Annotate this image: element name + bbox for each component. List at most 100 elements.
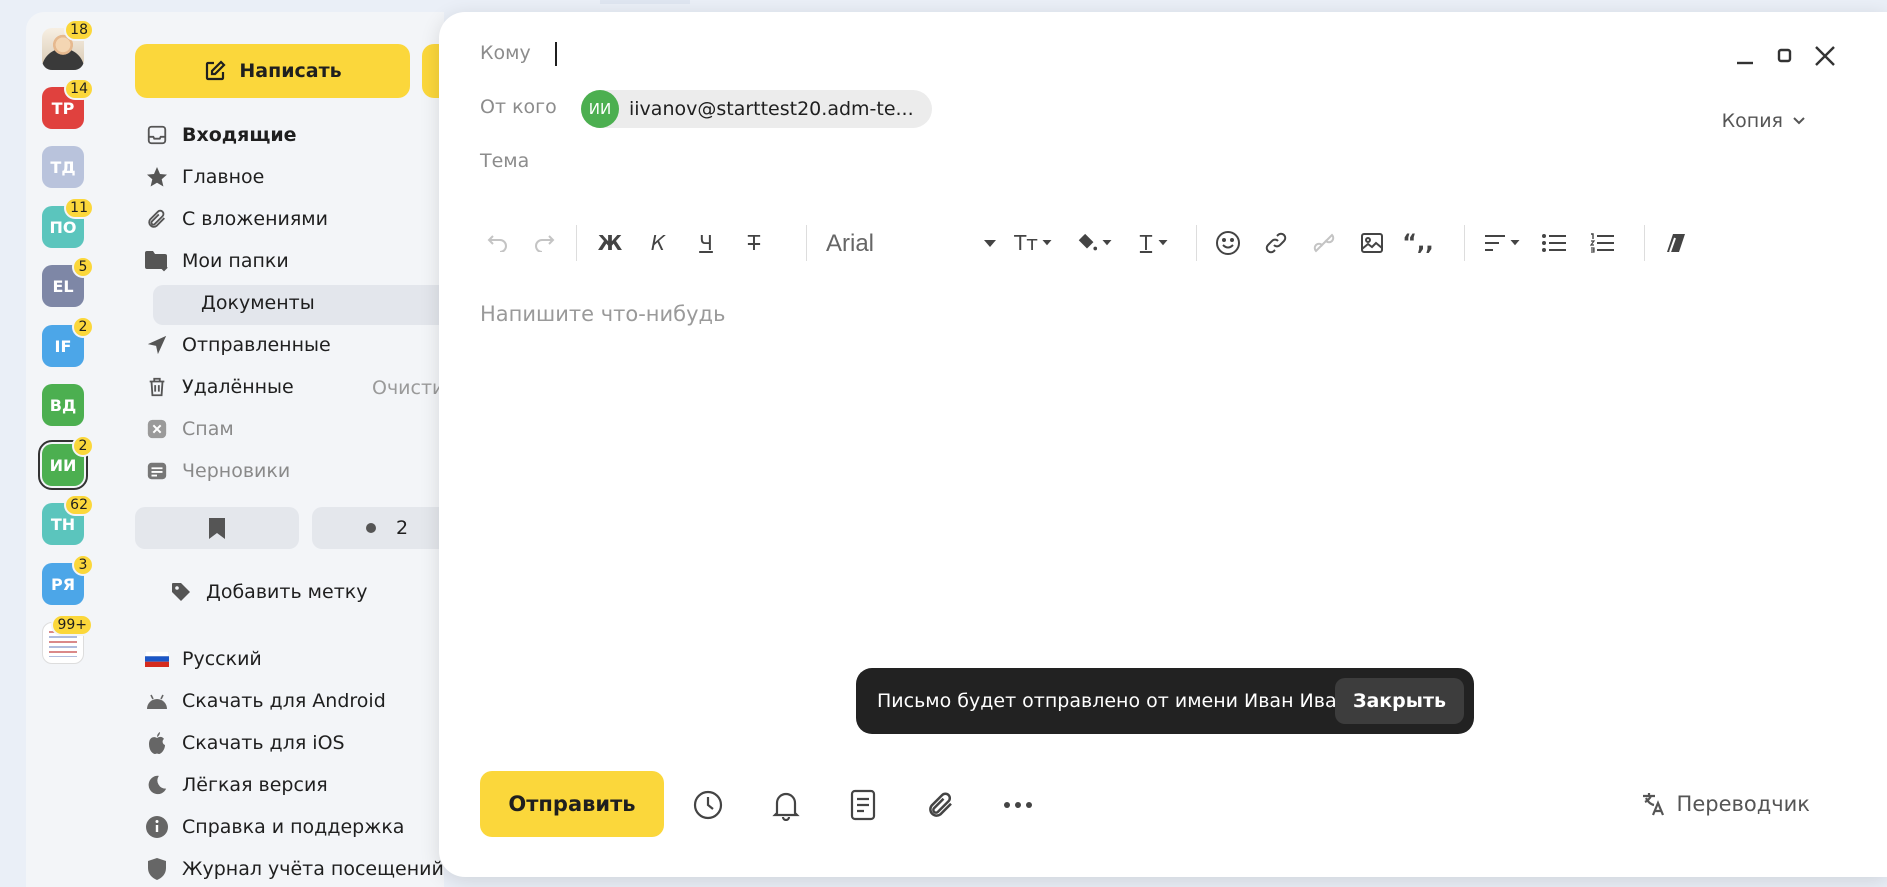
toast-message: Письмо будет отправлено от имени Иван Ив… — [877, 690, 1372, 712]
numbered-list-icon[interactable] — [1584, 225, 1620, 261]
account-avatar[interactable]: 18 — [42, 19, 94, 70]
minimize-icon[interactable] — [1727, 38, 1763, 74]
sender-email: iivanov@starttest20.adm-te... — [629, 98, 914, 120]
folder-my-folders[interactable]: Мои папки — [144, 246, 289, 276]
quote-icon[interactable]: “,, — [1398, 225, 1438, 261]
from-sender-chip[interactable]: ИИ iivanov@starttest20.adm-te... — [581, 90, 932, 128]
redo-icon[interactable] — [526, 225, 562, 261]
star-icon — [144, 164, 170, 190]
account-avatar[interactable]: IF 2 — [42, 316, 94, 367]
account-avatar[interactable]: ТН 62 — [42, 494, 94, 545]
fill-color-button[interactable] — [1070, 225, 1118, 261]
account-avatar[interactable]: ВД — [42, 384, 84, 426]
folder-spam[interactable]: Спам — [144, 414, 234, 444]
chevron-down-icon — [1793, 117, 1805, 125]
account-avatar[interactable]: ТД — [42, 146, 84, 188]
inbox-icon — [144, 122, 170, 148]
account-initials: IF — [54, 336, 72, 356]
bold-button[interactable]: Ж — [592, 225, 628, 261]
undo-icon[interactable] — [480, 225, 516, 261]
unread-badge: 5 — [72, 256, 94, 278]
spam-icon — [144, 416, 170, 442]
text-color-button[interactable]: Т — [1130, 225, 1178, 261]
more-options-icon[interactable] — [997, 784, 1039, 826]
link-label: Журнал учёта посещений — [182, 858, 444, 880]
clock-icon[interactable] — [687, 784, 729, 826]
clear-formatting-icon[interactable] — [1658, 225, 1694, 261]
from-label: От кого — [480, 96, 557, 118]
add-label-button[interactable]: Добавить метку — [168, 577, 368, 607]
folder-label: Черновики — [182, 460, 291, 482]
folder-inbox[interactable]: Входящие — [144, 120, 297, 150]
account-avatar[interactable]: РЯ 3 — [42, 554, 94, 605]
android-icon — [144, 688, 170, 714]
bell-icon[interactable] — [765, 784, 807, 826]
bullet-list-icon[interactable] — [1536, 225, 1572, 261]
ios-download-link[interactable]: Скачать для iOS — [144, 728, 345, 758]
to-input-cursor[interactable] — [555, 42, 557, 66]
align-icon[interactable] — [1480, 225, 1524, 261]
folder-deleted[interactable]: Удалённые — [144, 372, 294, 402]
clear-deleted-link[interactable]: Очисти — [372, 377, 444, 399]
language-link[interactable]: Русский — [144, 644, 262, 674]
unread-count: 2 — [395, 517, 409, 539]
send-button[interactable]: Отправить — [480, 771, 664, 837]
unread-badge: 11 — [64, 197, 94, 219]
emoji-icon[interactable] — [1210, 225, 1246, 261]
account-avatar[interactable]: ТР 14 — [42, 78, 94, 129]
image-icon[interactable] — [1354, 225, 1390, 261]
template-icon[interactable] — [842, 784, 884, 826]
account-initials: ПО — [49, 217, 77, 237]
folder-main[interactable]: Главное — [144, 162, 264, 192]
compose-icon — [206, 60, 226, 81]
apple-icon — [144, 730, 170, 756]
account-initials: ТД — [50, 157, 76, 177]
translate-icon — [1642, 793, 1664, 816]
maximize-icon[interactable] — [1767, 38, 1803, 74]
bookmark-filter-button[interactable] — [135, 507, 299, 549]
text-size-label: Тт — [1014, 231, 1038, 255]
toast-close-button[interactable]: Закрыть — [1334, 678, 1464, 724]
folder-attachments[interactable]: С вложениями — [144, 204, 328, 234]
accounts-rail: 18 ТР 14 ТД ПО 11 EL 5 IF 2 ВД ИИ 2 ТН 62 РЯ 3 99+ — [26, 12, 116, 887]
compose-window: Кому От кого ИИ iivanov@starttest20.adm-… — [439, 12, 1887, 877]
copy-label: Копия — [1721, 110, 1783, 132]
copy-toggle-button[interactable]: Копия — [1722, 110, 1807, 132]
account-avatar[interactable]: EL 5 — [42, 256, 94, 307]
link-label: Лёгкая версия — [182, 774, 328, 796]
attach-icon[interactable] — [920, 784, 962, 826]
trash-icon — [144, 374, 170, 400]
strikethrough-button[interactable]: Т — [736, 225, 772, 261]
compose-button[interactable]: Написать — [135, 44, 410, 98]
dropdown-caret-icon — [1042, 240, 1052, 246]
toolbar-divider — [1196, 225, 1197, 261]
toolbar-divider — [806, 225, 807, 261]
lite-version-link[interactable]: Лёгкая версия — [144, 770, 328, 800]
bookmark-icon — [209, 518, 225, 539]
underline-button[interactable]: Ч — [688, 225, 724, 261]
account-avatar[interactable]: 99+ — [42, 614, 93, 664]
unlink-icon[interactable] — [1306, 225, 1342, 261]
visit-journal-link[interactable]: Журнал учёта посещений — [144, 854, 444, 884]
close-icon[interactable] — [1807, 38, 1843, 74]
account-avatar[interactable]: ПО 11 — [42, 197, 94, 248]
dropdown-caret-icon — [1158, 240, 1168, 246]
android-download-link[interactable]: Скачать для Android — [144, 686, 386, 716]
dropdown-caret-icon — [1102, 240, 1112, 246]
italic-button[interactable]: К — [640, 225, 676, 261]
help-link[interactable]: Справка и поддержка — [144, 812, 404, 842]
drafts-icon — [144, 458, 170, 484]
message-body-editor[interactable]: Напишите что-нибудь — [480, 302, 725, 326]
moon-icon — [144, 772, 170, 798]
unread-badge: 2 — [72, 316, 94, 338]
toolbar-divider — [576, 225, 577, 261]
folder-drafts[interactable]: Черновики — [144, 456, 290, 486]
translator-button[interactable]: Переводчик — [1639, 790, 1810, 818]
font-family-select[interactable]: Arial — [826, 227, 996, 261]
text-size-button[interactable]: Тт — [1008, 225, 1058, 261]
account-avatar[interactable]: ИИ 2 — [38, 435, 94, 490]
link-icon[interactable] — [1258, 225, 1294, 261]
folder-documents[interactable]: Документы — [153, 285, 453, 325]
dropdown-caret-icon — [984, 240, 996, 247]
folder-sent[interactable]: Отправленные — [144, 330, 331, 360]
